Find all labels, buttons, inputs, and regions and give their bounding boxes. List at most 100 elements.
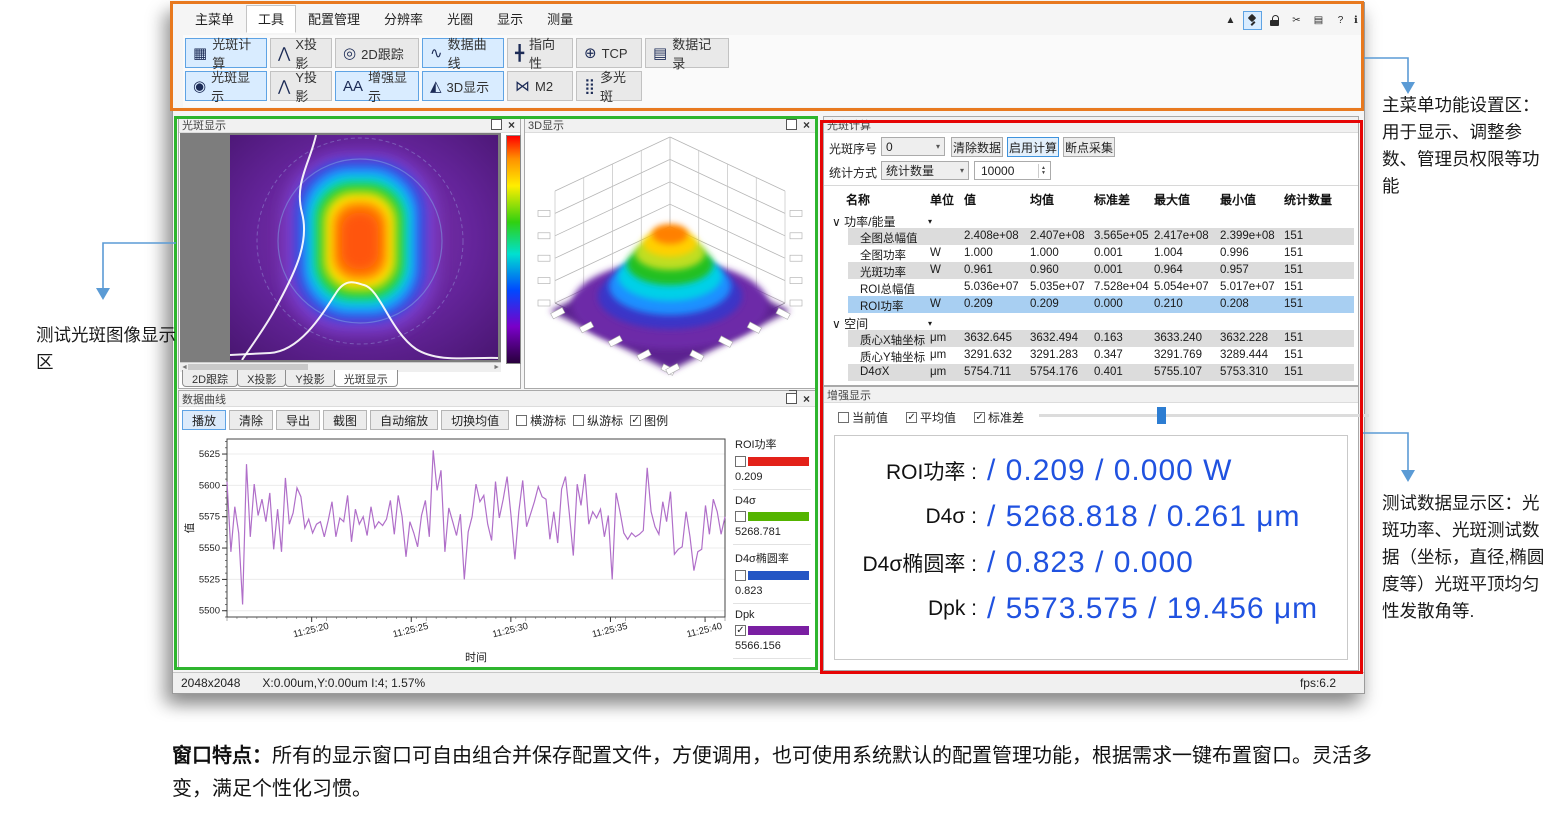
curve-legend: ROI功率0.209D4σ5268.781D4σ椭圆率0.823Dpk✓5566… (733, 431, 811, 659)
curve-button-4[interactable]: 截图 (323, 410, 367, 430)
table-row[interactable]: 质心Y轴坐标μm3291.6323291.2830.3473291.769328… (824, 347, 1358, 364)
tab-1[interactable]: 2D跟踪 (182, 370, 238, 387)
info-button[interactable]: ℹ (1353, 11, 1362, 30)
lock-button[interactable] (1265, 11, 1284, 30)
checkbox-icon[interactable]: ✓ (735, 625, 746, 636)
menu-tab-5[interactable]: 光圈 (435, 5, 485, 33)
tab-4[interactable]: 光斑显示 (334, 370, 398, 387)
curve-checkbox-2[interactable]: 纵游标 (573, 412, 623, 429)
table-row[interactable]: 光斑功率W0.9610.9600.0010.9640.957151 (824, 262, 1358, 279)
pointing-button-label: 指向性 (529, 34, 565, 72)
menu-tab-6[interactable]: 显示 (485, 5, 535, 33)
chevron-down-icon: ▾ (960, 166, 964, 175)
y-tick-label: 5625 (199, 449, 220, 460)
stat-count-input[interactable]: 10000 ▲▼ (974, 161, 1051, 180)
y-tick-label: 5500 (199, 606, 220, 617)
table-row[interactable]: 全图总幅值2.408e+082.407e+083.565e+052.417e+0… (824, 228, 1358, 245)
float-icon[interactable] (491, 119, 502, 130)
checkbox-icon[interactable] (573, 415, 584, 426)
checkbox-icon[interactable]: ✓ (974, 412, 985, 423)
table-group-row[interactable]: ∨ 空间▾ (824, 313, 1358, 330)
enhanced-value-label: Dpk : (928, 597, 977, 621)
curve-button-6[interactable]: 切换均值 (441, 410, 509, 430)
help-button[interactable]: ? (1331, 11, 1350, 30)
enable-calc-button[interactable]: 启用计算 (1007, 137, 1059, 157)
curve-button-3[interactable]: 导出 (276, 410, 320, 430)
collapse-button[interactable]: ▲ (1221, 11, 1240, 30)
scissors-button[interactable]: ✂ (1287, 11, 1306, 30)
pointing-button[interactable]: ╋指向性 (507, 38, 573, 68)
float-icon[interactable] (786, 393, 797, 404)
curve-checkbox-1[interactable]: 横游标 (516, 412, 566, 429)
table-row[interactable]: ROI功率W0.2090.2090.0000.2100.208151 (824, 296, 1358, 313)
slider-handle[interactable] (1157, 407, 1166, 424)
menu-tab-7[interactable]: 测量 (535, 5, 585, 33)
curve-checkbox-3[interactable]: ✓图例 (630, 412, 668, 429)
column-header: 最小值 (1220, 191, 1256, 208)
checkbox-icon[interactable] (735, 511, 746, 522)
font-size-slider[interactable] (1039, 414, 1369, 417)
table-row[interactable]: 全图功率W1.0001.0000.0011.0040.996151 (824, 245, 1358, 262)
table-row[interactable]: ROI总幅值5.036e+075.035e+077.528e+045.054e+… (824, 279, 1358, 296)
spot-display-button-label: 光斑显示 (211, 67, 259, 105)
clear-data-button[interactable]: 清除数据 (951, 137, 1003, 157)
close-icon[interactable]: × (803, 120, 810, 130)
checkbox-icon[interactable]: ✓ (906, 412, 917, 423)
divider (824, 185, 1358, 186)
menu-tab-1[interactable]: 主菜单 (183, 5, 246, 33)
table-row[interactable]: D4σXμm5754.7115754.1760.4015755.1075753.… (824, 364, 1358, 381)
surface-3d-plot[interactable] (525, 133, 815, 387)
enhanced-display-button[interactable]: AA增强显示 (335, 71, 419, 101)
cell-unit: W (930, 264, 941, 276)
cell-unit: W (930, 298, 941, 310)
breakpoint-button[interactable]: 断点采集 (1063, 137, 1115, 157)
tab-3[interactable]: Y投影 (285, 370, 334, 387)
enhanced-checkbox-1[interactable]: 当前值 (838, 409, 888, 426)
checkbox-icon[interactable] (838, 412, 849, 423)
x-projection-button[interactable]: ⋀X投影 (270, 38, 332, 68)
beam-image[interactable] (230, 135, 498, 360)
spot-display-button[interactable]: ◉光斑显示 (185, 71, 267, 101)
data-curve-button[interactable]: ∿数据曲线 (422, 38, 504, 68)
3d-panel-titlebar: 3D显示 × (525, 117, 815, 133)
curve-button-1[interactable]: 播放 (182, 410, 226, 430)
table-group-row[interactable]: ∨ 功率/能量▾ (824, 211, 1358, 228)
curve-button-2[interactable]: 清除 (229, 410, 273, 430)
close-icon[interactable]: × (803, 394, 810, 404)
close-icon[interactable]: × (508, 120, 515, 130)
enhanced-checkbox-2[interactable]: ✓平均值 (906, 409, 956, 426)
checkbox-icon[interactable] (516, 415, 527, 426)
pin-button[interactable] (1243, 11, 1262, 30)
checkbox-icon[interactable]: ✓ (630, 415, 641, 426)
curve-button-5[interactable]: 自动缩放 (370, 410, 438, 430)
checkbox-icon[interactable] (735, 570, 746, 581)
multi-spot-button[interactable]: ⣿多光斑 (576, 71, 642, 101)
spot-calc-button[interactable]: ▦光斑计算 (185, 38, 267, 68)
cell-value: 0.964 (1154, 264, 1183, 276)
menu-tab-2[interactable]: 工具 (246, 5, 296, 33)
cell-value: 0.000 (1094, 298, 1123, 310)
stat-mode-combo[interactable]: 统计数量▾ (881, 161, 969, 180)
spinner-icons[interactable]: ▲▼ (1038, 164, 1048, 178)
menu-tab-4[interactable]: 分辨率 (372, 5, 435, 33)
document-button[interactable]: ▤ (1309, 11, 1328, 30)
spot-index-combo[interactable]: 0▾ (881, 137, 945, 156)
cell-value: 151 (1284, 298, 1303, 310)
data-record-button[interactable]: ▤数据记录 (645, 38, 729, 68)
table-row[interactable]: 质心X轴坐标μm3632.6453632.4940.1633633.240363… (824, 330, 1358, 347)
m2-button[interactable]: ⋈M2 (507, 71, 573, 101)
2d-tracking-button[interactable]: ◎2D跟踪 (335, 38, 419, 68)
menu-tab-3[interactable]: 配置管理 (296, 5, 372, 33)
tcp-button[interactable]: ⊕TCP (576, 38, 642, 68)
scroll-right-icon[interactable]: ► (493, 363, 500, 372)
enhanced-value-label: D4σ : (926, 505, 977, 529)
cell-value: 5754.176 (1030, 366, 1078, 378)
float-icon[interactable] (786, 119, 797, 130)
checkbox-icon[interactable] (735, 456, 746, 467)
3d-display-button[interactable]: ◭3D显示 (422, 71, 504, 101)
tab-2[interactable]: X投影 (237, 370, 286, 387)
enhanced-checkbox-3[interactable]: ✓标准差 (974, 409, 1024, 426)
y-projection-button[interactable]: ⋀Y投影 (270, 71, 332, 101)
line-chart[interactable]: 55005525555055755600562511:25:2011:25:25… (181, 433, 733, 667)
cell-value: 1.000 (1030, 247, 1059, 259)
